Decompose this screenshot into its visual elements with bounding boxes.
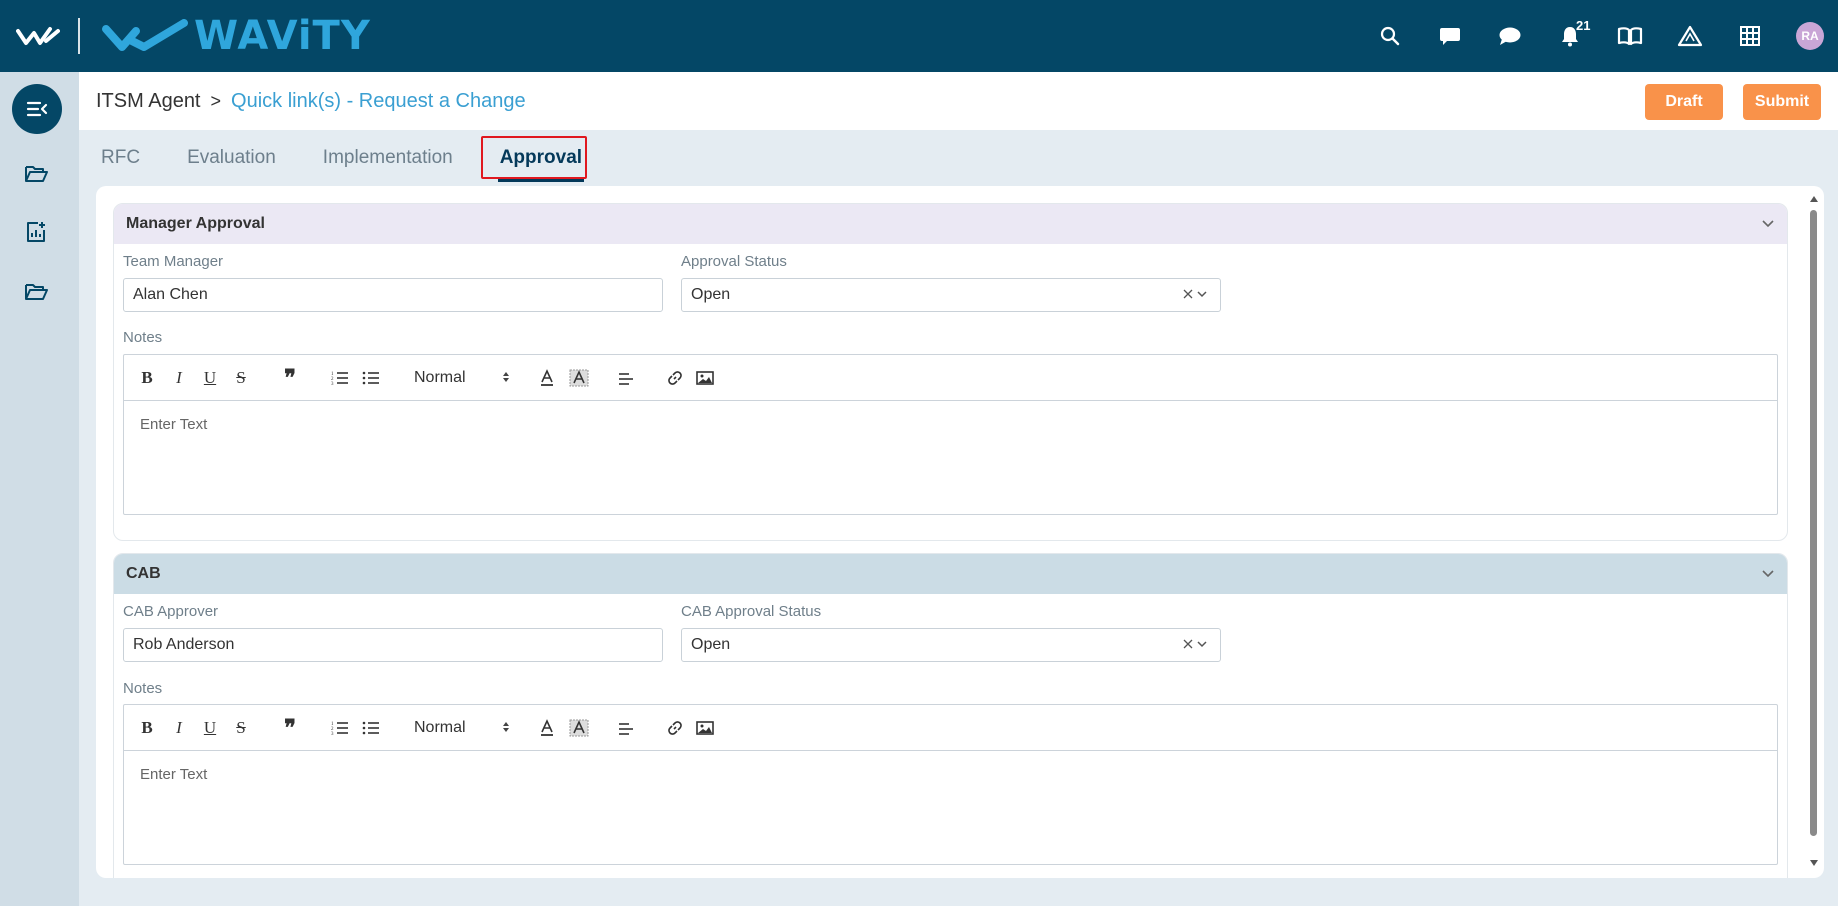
brand-check-icon	[102, 19, 188, 51]
menu-collapse-icon[interactable]	[12, 84, 62, 134]
notes-editor-area[interactable]: Enter Text	[124, 751, 1777, 863]
italic-icon[interactable]: I	[168, 717, 190, 739]
section-title: CAB	[126, 565, 161, 582]
breadcrumb-root[interactable]: ITSM Agent	[96, 90, 201, 113]
cab-approver-input[interactable]: Rob Anderson	[123, 628, 663, 662]
bold-icon[interactable]: B	[136, 367, 158, 389]
book-icon[interactable]	[1600, 0, 1660, 72]
top-bar: WAViTY 21 RA	[0, 0, 1838, 72]
left-sidebar	[0, 72, 79, 906]
select-arrows-icon	[503, 372, 509, 382]
brand-logo: WAViTY	[102, 13, 371, 59]
text-color-icon[interactable]	[536, 717, 558, 739]
chevron-down-icon[interactable]	[1761, 569, 1775, 579]
background-color-icon[interactable]	[568, 717, 590, 739]
brand-name: WAViTY	[194, 13, 371, 59]
bell-icon[interactable]: 21	[1540, 0, 1600, 72]
approval-status-select[interactable]: Open	[681, 278, 1221, 312]
scroll-down-icon[interactable]	[1810, 860, 1818, 866]
clear-icon[interactable]	[1182, 638, 1194, 650]
background-color-icon[interactable]	[568, 367, 590, 389]
editor-toolbar: B I U S ❞ 123 Normal	[124, 705, 1777, 751]
approval-form-card: Manager Approval Team Manager Alan Chen …	[96, 186, 1824, 878]
bullet-list-icon[interactable]	[360, 367, 382, 389]
submit-button[interactable]: Submit	[1743, 84, 1821, 120]
clear-icon[interactable]	[1182, 288, 1194, 300]
team-manager-input[interactable]: Alan Chen	[123, 278, 663, 312]
cab-approver-label: CAB Approver	[123, 603, 219, 620]
message-square-icon[interactable]	[1420, 0, 1480, 72]
font-size-select[interactable]: Normal	[414, 367, 510, 389]
tab-implementation[interactable]: Implementation	[323, 130, 453, 186]
image-icon[interactable]	[694, 717, 716, 739]
user-avatar[interactable]: RA	[1796, 22, 1824, 50]
logo-divider	[78, 18, 80, 54]
manager-approval-header[interactable]: Manager Approval	[114, 204, 1787, 244]
notes-editor-area[interactable]: Enter Text	[124, 401, 1777, 513]
underline-icon[interactable]: U	[199, 367, 221, 389]
svg-text:3: 3	[331, 382, 334, 386]
scroll-up-icon[interactable]	[1810, 196, 1818, 202]
app-logo-icon[interactable]	[16, 24, 62, 48]
underline-icon[interactable]: U	[199, 717, 221, 739]
cab-section: CAB CAB Approver Rob Anderson CAB Approv…	[113, 553, 1788, 878]
notes-label: Notes	[123, 329, 163, 346]
scrollbar-thumb[interactable]	[1810, 210, 1817, 836]
tab-rfc[interactable]: RFC	[101, 130, 140, 186]
form-tabs: RFC Evaluation Implementation Approval	[79, 130, 607, 186]
team-manager-label: Team Manager	[123, 253, 224, 270]
search-icon[interactable]	[1360, 0, 1420, 72]
select-arrows-icon	[503, 722, 509, 732]
cab-approval-status-value: Open	[691, 636, 731, 653]
content-scrollbar[interactable]	[1808, 194, 1820, 870]
bullet-list-icon[interactable]	[360, 717, 382, 739]
font-size-select[interactable]: Normal	[414, 717, 510, 739]
font-size-value: Normal	[414, 719, 466, 736]
blockquote-icon[interactable]: ❞	[279, 715, 301, 740]
text-color-icon[interactable]	[536, 367, 558, 389]
ordered-list-icon[interactable]: 123	[329, 717, 351, 739]
notes-rich-text-editor: B I U S ❞ 123 Normal Enter Text	[123, 354, 1778, 515]
alert-triangle-icon[interactable]	[1660, 0, 1720, 72]
cab-header[interactable]: CAB	[114, 554, 1787, 594]
font-size-value: Normal	[414, 369, 466, 386]
link-icon[interactable]	[664, 717, 686, 739]
chevron-down-icon[interactable]	[1196, 288, 1208, 300]
report-add-icon[interactable]	[18, 214, 54, 250]
draft-button[interactable]: Draft	[1645, 84, 1723, 120]
notification-count-badge: 21	[1576, 18, 1591, 33]
page-header: ITSM Agent > Quick link(s) - Request a C…	[79, 72, 1838, 130]
bold-icon[interactable]: B	[136, 717, 158, 739]
cab-notes-rich-text-editor: B I U S ❞ 123 Normal Enter Text	[123, 704, 1778, 865]
manager-approval-section: Manager Approval Team Manager Alan Chen …	[113, 203, 1788, 541]
cab-approval-status-select[interactable]: Open	[681, 628, 1221, 662]
strikethrough-icon[interactable]: S	[230, 717, 252, 739]
editor-toolbar: B I U S ❞ 123 Normal	[124, 355, 1777, 401]
tab-evaluation[interactable]: Evaluation	[187, 130, 276, 186]
approval-status-value: Open	[691, 286, 731, 303]
cab-approval-status-label: CAB Approval Status	[681, 603, 822, 620]
approval-status-label: Approval Status	[681, 253, 787, 270]
ordered-list-icon[interactable]: 123	[329, 367, 351, 389]
strikethrough-icon[interactable]: S	[230, 367, 252, 389]
folder-open-icon[interactable]	[18, 156, 54, 192]
breadcrumb-separator: >	[210, 90, 222, 111]
italic-icon[interactable]: I	[168, 367, 190, 389]
image-icon[interactable]	[694, 367, 716, 389]
link-icon[interactable]	[664, 367, 686, 389]
align-icon[interactable]	[615, 367, 637, 389]
blockquote-icon[interactable]: ❞	[279, 365, 301, 390]
tab-approval[interactable]: Approval	[497, 130, 585, 186]
folder-open-icon[interactable]	[18, 274, 54, 310]
chevron-down-icon[interactable]	[1761, 219, 1775, 229]
section-title: Manager Approval	[126, 215, 265, 232]
chat-bubble-icon[interactable]	[1480, 0, 1540, 72]
breadcrumb-current[interactable]: Quick link(s) - Request a Change	[231, 90, 526, 113]
align-icon[interactable]	[615, 717, 637, 739]
svg-text:3: 3	[331, 732, 334, 736]
notes-label: Notes	[123, 680, 163, 697]
chevron-down-icon[interactable]	[1196, 638, 1208, 650]
grid-icon[interactable]	[1720, 0, 1780, 72]
